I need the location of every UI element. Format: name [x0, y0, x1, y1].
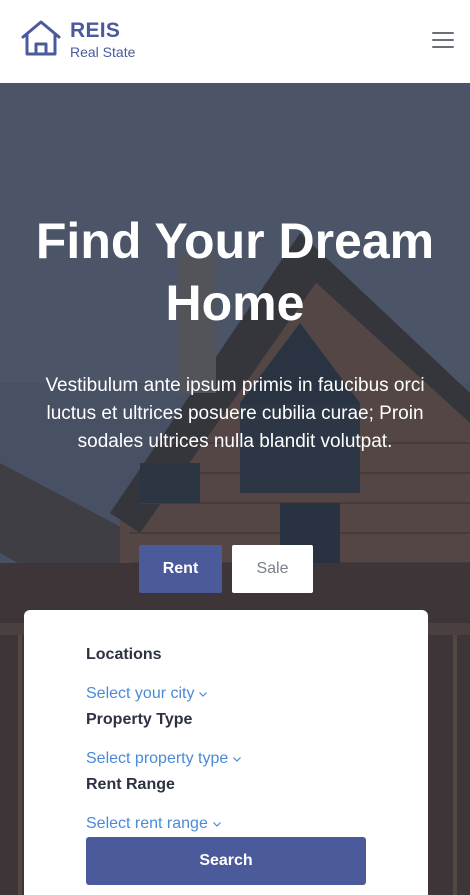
property-type-select-value: Select property type	[86, 750, 229, 767]
search-form: Locations Select your city Property Type…	[24, 610, 428, 895]
search-button[interactable]: Search	[86, 837, 366, 885]
tab-rent[interactable]: Rent	[139, 545, 222, 593]
brand-logo[interactable]: REIS Real State	[20, 20, 135, 61]
navbar: REIS Real State	[0, 0, 470, 83]
chevron-down-icon	[199, 692, 208, 697]
property-type-label: Property Type	[86, 711, 193, 728]
city-select[interactable]: Select your city	[86, 685, 208, 703]
rent-range-label: Rent Range	[86, 776, 175, 793]
tab-sale[interactable]: Sale	[232, 545, 313, 593]
brand-name: REIS	[70, 19, 121, 42]
chevron-down-icon	[212, 822, 221, 827]
brand-tagline: Real State	[70, 44, 136, 60]
hero-description: Vestibulum ante ipsum primis in faucibus…	[45, 375, 425, 452]
hamburger-menu-icon[interactable]	[432, 32, 454, 48]
house-icon	[21, 20, 61, 56]
locations-label: Locations	[86, 646, 162, 663]
hero-title: Find Your Dream Home	[35, 213, 435, 331]
hero-section: Find Your Dream Home Vestibulum ante ips…	[0, 83, 470, 895]
city-select-value: Select your city	[86, 685, 195, 702]
rent-range-select[interactable]: Select rent range	[86, 815, 222, 833]
chevron-down-icon	[233, 757, 242, 762]
property-type-select[interactable]: Select property type	[86, 750, 242, 768]
rent-range-select-value: Select rent range	[86, 815, 208, 832]
